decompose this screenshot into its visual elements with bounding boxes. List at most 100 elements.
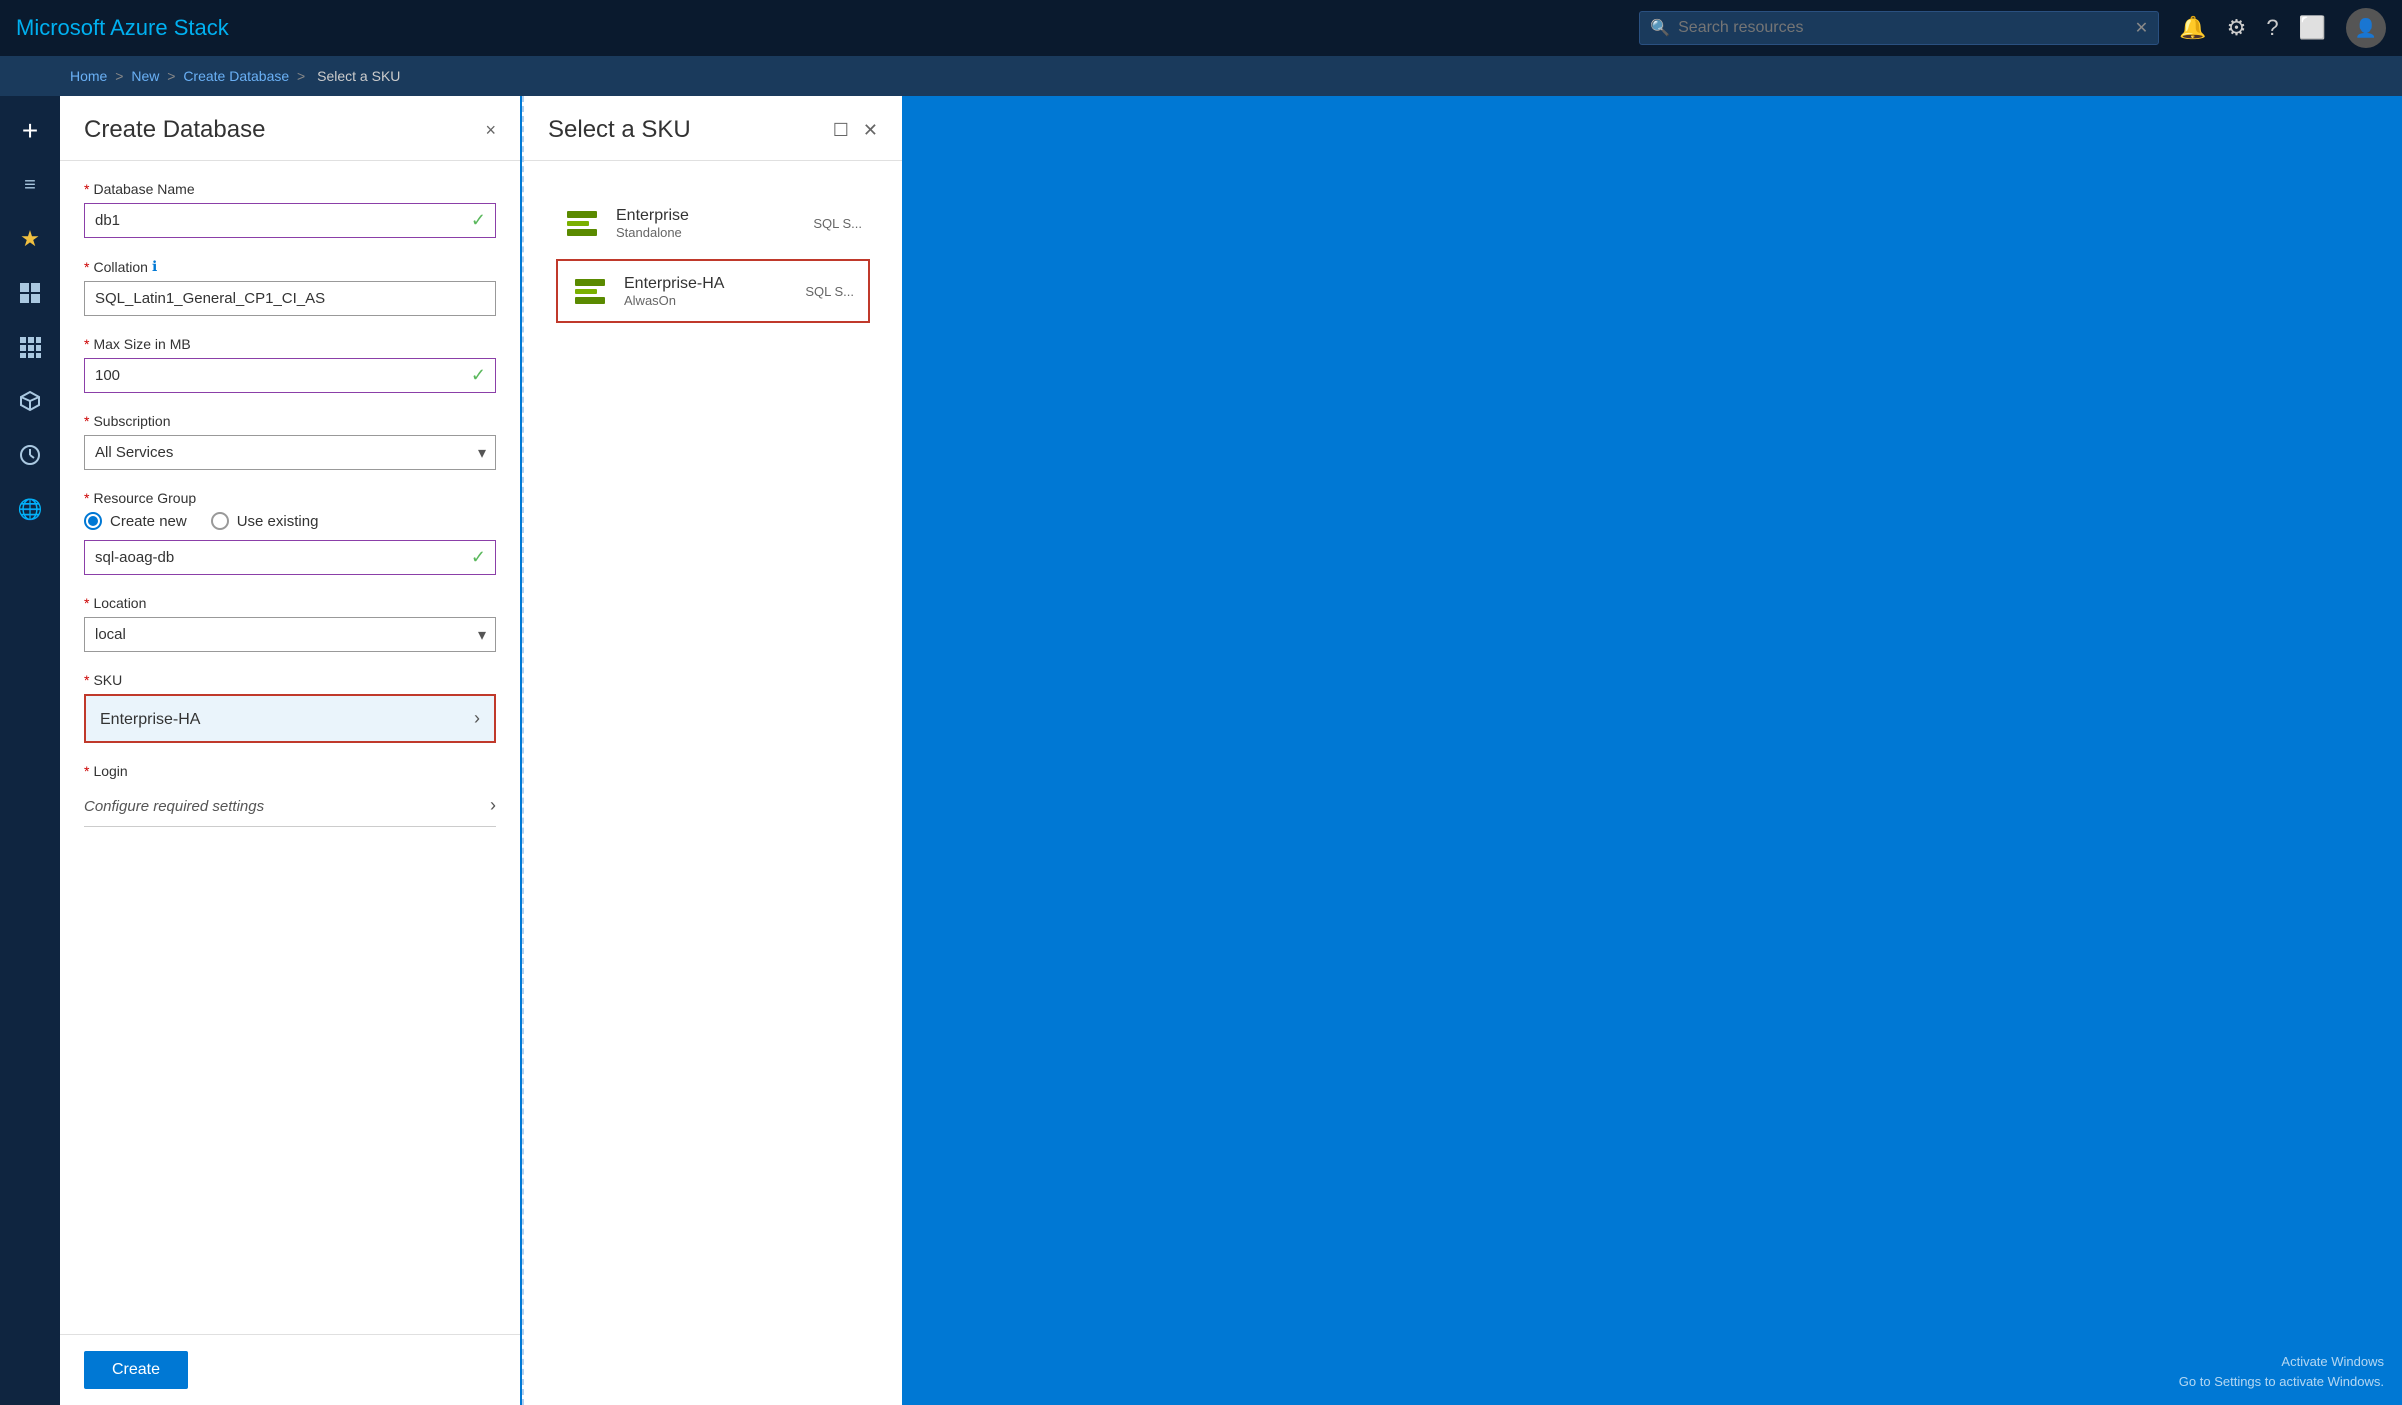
resource-group-input-wrapper: ✓ xyxy=(84,540,496,575)
sku-panel-close-icon[interactable]: ✕ xyxy=(863,120,878,141)
sidebar-icon-star[interactable]: ★ xyxy=(5,214,55,264)
search-input[interactable] xyxy=(1678,19,2127,37)
sidebar-icon-box[interactable] xyxy=(5,376,55,426)
max-size-input[interactable] xyxy=(84,358,496,393)
enterprise-ha-info: Enterprise-HA AlwasOn xyxy=(624,275,789,308)
enterprise-db-icon xyxy=(564,205,600,241)
sku-field[interactable]: Enterprise-HA › xyxy=(84,694,496,743)
breadcrumb-home[interactable]: Home xyxy=(70,68,107,84)
panel-body: * Database Name ✓ * Collation xyxy=(60,161,520,1334)
resource-group-check-icon: ✓ xyxy=(471,547,486,568)
login-field-content: Configure required settings xyxy=(84,796,264,815)
resource-group-group: * Resource Group Create new Use existing xyxy=(84,490,496,575)
sidebar-icon-grid[interactable] xyxy=(5,322,55,372)
panel-header-icons: × xyxy=(485,120,496,141)
search-box[interactable]: 🔍 ✕ xyxy=(1639,11,2159,45)
resource-group-input[interactable] xyxy=(84,540,496,575)
create-new-radio-circle xyxy=(84,512,102,530)
location-group: * Location local ▾ xyxy=(84,595,496,652)
location-select-wrapper: local ▾ xyxy=(84,617,496,652)
sku-item-enterprise[interactable]: Enterprise Standalone SQL S... xyxy=(548,191,878,255)
subscription-label: * Subscription xyxy=(84,413,496,429)
max-size-label: * Max Size in MB xyxy=(84,336,496,352)
sku-panel-header: Select a SKU ☐ ✕ xyxy=(524,96,902,161)
breadcrumb-create-database[interactable]: Create Database xyxy=(183,68,289,84)
sku-field-content: Enterprise-HA xyxy=(100,709,200,729)
sku-value: Enterprise-HA xyxy=(100,711,200,729)
search-clear-icon[interactable]: ✕ xyxy=(2135,18,2148,38)
location-select[interactable]: local xyxy=(84,617,496,652)
sku-label: * SKU xyxy=(84,672,496,688)
breadcrumb-new[interactable]: New xyxy=(131,68,159,84)
sku-item-enterprise-ha[interactable]: Enterprise-HA AlwasOn SQL S... xyxy=(556,259,870,323)
use-existing-radio-circle xyxy=(211,512,229,530)
collation-info-icon[interactable]: ℹ xyxy=(152,258,157,275)
resource-group-radio-group: Create new Use existing xyxy=(84,512,496,530)
subscription-group: * Subscription All Services ▾ xyxy=(84,413,496,470)
topbar-icons: 🔔 ⚙ ? ⬜ 👤 xyxy=(2179,8,2386,48)
database-name-input[interactable] xyxy=(84,203,496,238)
database-name-label: * Database Name xyxy=(84,181,496,197)
breadcrumb: Home > New > Create Database > Select a … xyxy=(70,68,404,84)
watermark-line1: Activate Windows xyxy=(2179,1352,2384,1372)
login-field[interactable]: Configure required settings › xyxy=(84,785,496,827)
sku-panel-title: Select a SKU xyxy=(548,116,691,144)
sku-panel-body-wrapper: Enterprise Standalone SQL S... xyxy=(524,161,902,1405)
sidebar-icon-menu[interactable]: ≡ xyxy=(5,160,55,210)
select-sku-panel: Select a SKU ☐ ✕ xyxy=(522,96,902,1405)
panel-footer: Create xyxy=(60,1334,520,1405)
sidebar-icon-dashboard[interactable] xyxy=(5,268,55,318)
collation-label: * Collation ℹ xyxy=(84,258,496,275)
sku-group: * SKU Enterprise-HA › xyxy=(84,672,496,743)
collation-group: * Collation ℹ xyxy=(84,258,496,316)
resource-group-label: * Resource Group xyxy=(84,490,496,506)
location-label: * Location xyxy=(84,595,496,611)
enterprise-ha-type: SQL S... xyxy=(805,284,854,299)
search-icon: 🔍 xyxy=(1650,18,1670,38)
sidebar-icon-globe[interactable]: 🌐 xyxy=(5,484,55,534)
notification-icon[interactable]: 🔔 xyxy=(2179,15,2206,41)
create-panel-title: Create Database xyxy=(84,116,265,144)
subscription-select[interactable]: All Services xyxy=(84,435,496,470)
create-database-panel: Create Database × * Database Name xyxy=(60,96,520,1405)
use-existing-radio[interactable]: Use existing xyxy=(211,512,319,530)
gear-icon[interactable]: ⚙ xyxy=(2227,15,2247,41)
topbar: Microsoft Azure Stack 🔍 ✕ 🔔 ⚙ ? ⬜ 👤 xyxy=(0,0,2402,56)
use-existing-radio-label: Use existing xyxy=(237,513,319,530)
enterprise-name: Enterprise xyxy=(616,207,797,225)
close-icon[interactable]: × xyxy=(485,120,496,141)
sidebar-icon-clock[interactable] xyxy=(5,430,55,480)
collation-input[interactable] xyxy=(84,281,496,316)
enterprise-type: SQL S... xyxy=(813,216,862,231)
max-size-check-icon: ✓ xyxy=(471,365,486,386)
sidebar-icon-plus[interactable]: + xyxy=(5,106,55,156)
avatar[interactable]: 👤 xyxy=(2346,8,2386,48)
login-arrow-icon: › xyxy=(490,795,496,816)
panels-container: Create Database × * Database Name xyxy=(60,96,2402,1405)
enterprise-ha-db-icon xyxy=(572,273,608,309)
create-new-radio[interactable]: Create new xyxy=(84,512,187,530)
create-button[interactable]: Create xyxy=(84,1351,188,1389)
subscription-select-wrapper: All Services ▾ xyxy=(84,435,496,470)
breadcrumb-bar: Home > New > Create Database > Select a … xyxy=(0,56,2402,96)
help-icon[interactable]: ? xyxy=(2266,15,2278,41)
login-group: * Login Configure required settings › xyxy=(84,763,496,827)
app-title: Microsoft Azure Stack xyxy=(16,15,229,41)
login-value: Configure required settings xyxy=(84,798,264,815)
breadcrumb-current: Select a SKU xyxy=(317,68,400,84)
login-label: * Login xyxy=(84,763,496,779)
enterprise-ha-subtitle: AlwasOn xyxy=(624,293,789,308)
sidebar: + ≡ ★ xyxy=(0,96,60,1405)
enterprise-ha-name: Enterprise-HA xyxy=(624,275,789,293)
create-panel-header: Create Database × xyxy=(60,96,520,161)
database-name-input-wrapper: ✓ xyxy=(84,203,496,238)
sku-panel-minimize-icon[interactable]: ☐ xyxy=(833,120,849,141)
max-size-input-wrapper: ✓ xyxy=(84,358,496,393)
watermark: Activate Windows Go to Settings to activ… xyxy=(2179,1352,2384,1391)
feedback-icon[interactable]: ⬜ xyxy=(2299,15,2326,41)
sku-list: Enterprise Standalone SQL S... xyxy=(548,181,878,337)
sku-panel-body: Enterprise Standalone SQL S... xyxy=(524,161,902,1405)
sku-panel-header-icons: ☐ ✕ xyxy=(833,120,878,141)
main-area: + ≡ ★ xyxy=(0,96,2402,1405)
database-name-group: * Database Name ✓ xyxy=(84,181,496,238)
